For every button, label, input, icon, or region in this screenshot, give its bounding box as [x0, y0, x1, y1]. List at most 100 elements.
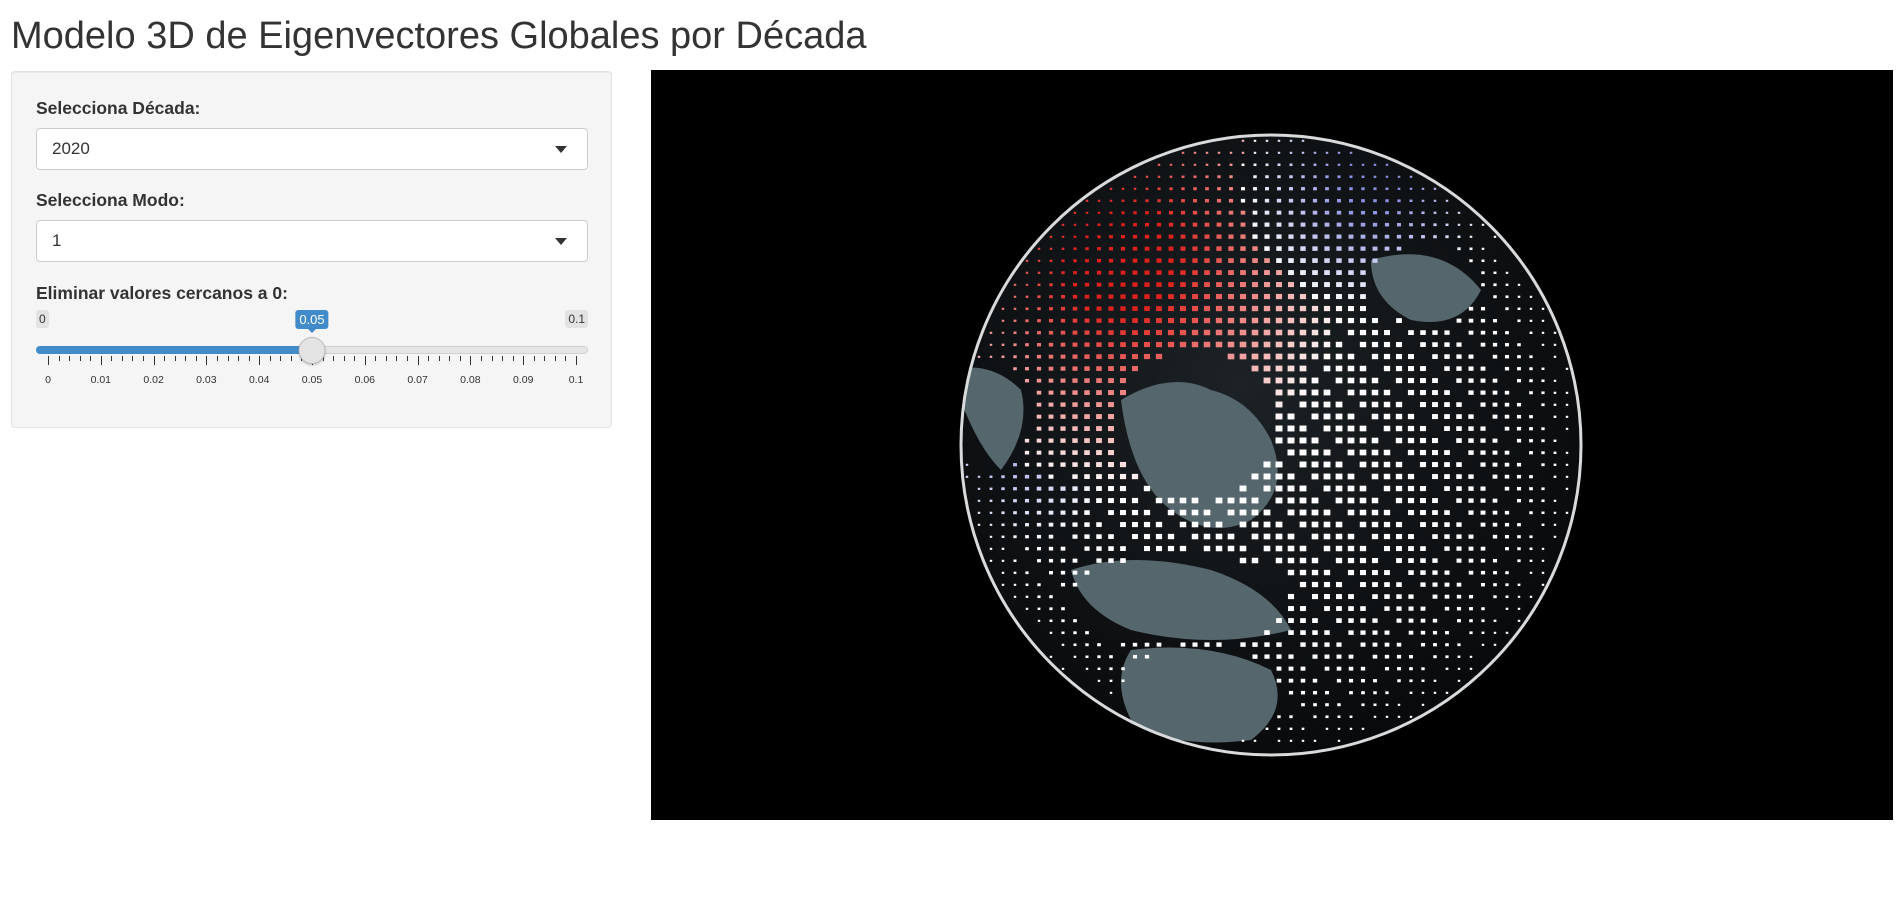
eigenvector-point: [1300, 642, 1306, 647]
eigenvector-point: [1084, 534, 1090, 539]
eigenvector-point: [1299, 341, 1307, 348]
eigenvector-point: [1383, 509, 1391, 516]
eigenvector-point: [1001, 319, 1005, 322]
eigenvector-point: [1108, 390, 1114, 396]
eigenvector-point: [1001, 475, 1005, 479]
eigenvector-point: [1120, 378, 1126, 384]
decade-select[interactable]: 2020: [36, 128, 588, 170]
eigenvector-point: [1156, 234, 1162, 239]
eigenvector-point: [1456, 558, 1462, 563]
eigenvector-point: [1408, 234, 1414, 239]
eigenvector-point: [1432, 618, 1438, 623]
globe-3d-viewer[interactable]: [651, 70, 1893, 820]
eigenvector-point: [1553, 523, 1557, 526]
eigenvector-point: [1072, 318, 1078, 323]
eigenvector-point: [1277, 139, 1281, 142]
eigenvector-point: [1240, 210, 1246, 215]
eigenvector-point: [1396, 558, 1402, 564]
eigenvector-point: [1252, 654, 1258, 659]
eigenvector-point: [977, 499, 981, 502]
eigenvector-point: [1420, 618, 1426, 623]
eigenvector-point: [1287, 293, 1295, 300]
eigenvector-point: [1565, 367, 1569, 370]
eigenvector-point: [1335, 365, 1343, 372]
eigenvector-point: [1349, 727, 1353, 730]
slider-handle[interactable]: [298, 337, 326, 364]
eigenvector-point: [1359, 317, 1367, 324]
eigenvector-point: [1132, 654, 1138, 659]
eigenvector-point: [1457, 619, 1461, 623]
eigenvector-point: [1156, 222, 1162, 227]
eigenvector-point: [1383, 389, 1391, 396]
eigenvector-point: [1480, 342, 1486, 347]
eigenvector-point: [1444, 426, 1450, 432]
eigenvector-point: [1084, 366, 1090, 371]
eigenvector-point: [1371, 329, 1379, 336]
threshold-label: Eliminar valores cercanos a 0:: [36, 283, 288, 303]
eigenvector-point: [1529, 415, 1533, 419]
eigenvector-point: [1144, 546, 1150, 552]
eigenvector-point: [1311, 557, 1319, 564]
eigenvector-point: [1072, 354, 1078, 359]
eigenvector-point: [1468, 354, 1474, 359]
eigenvector-point: [1493, 619, 1497, 622]
eigenvector-point: [1313, 187, 1317, 191]
eigenvector-point: [1421, 187, 1425, 190]
eigenvector-point: [1085, 667, 1089, 670]
eigenvector-point: [1179, 497, 1187, 504]
eigenvector-point: [1108, 450, 1114, 456]
eigenvector-point: [1445, 211, 1449, 214]
eigenvector-point: [1444, 486, 1450, 491]
eigenvector-point: [1277, 175, 1281, 179]
eigenvector-point: [1371, 341, 1379, 348]
eigenvector-point: [1407, 377, 1415, 384]
eigenvector-point: [1420, 558, 1426, 563]
eigenvector-point: [1372, 222, 1378, 227]
eigenvector-point: [1541, 511, 1545, 515]
eigenvector-point: [1444, 570, 1450, 575]
slider-major-tick: [576, 356, 577, 365]
eigenvector-point: [1276, 654, 1282, 659]
eigenvector-point: [1325, 703, 1329, 707]
eigenvector-point: [1108, 294, 1114, 299]
eigenvector-point: [1371, 437, 1379, 444]
eigenvector-point: [1493, 571, 1497, 575]
eigenvector-point: [1215, 329, 1223, 336]
eigenvector-point: [1013, 295, 1017, 298]
eigenvector-point: [1420, 330, 1426, 335]
eigenvector-point: [1385, 175, 1389, 178]
slider-minor-tick: [512, 356, 514, 361]
eigenvector-point: [1167, 317, 1175, 324]
eigenvector-point: [1504, 402, 1510, 407]
eigenvector-point: [1025, 319, 1029, 323]
eigenvector-point: [1456, 582, 1462, 587]
eigenvector-point: [1445, 691, 1449, 694]
eigenvector-point: [1337, 163, 1341, 166]
threshold-slider[interactable]: 0 0.1 0.05 0 0.01 0.02 0.03 0.04 0.05 0.06 0.07…: [36, 310, 588, 390]
eigenvector-point: [1541, 499, 1545, 503]
eigenvector-point: [1180, 210, 1186, 215]
eigenvector-point: [1275, 329, 1283, 336]
eigenvector-point: [1492, 354, 1498, 359]
eigenvector-point: [1013, 595, 1017, 598]
eigenvector-point: [1121, 223, 1125, 227]
eigenvector-point: [1395, 521, 1403, 528]
eigenvector-point: [1337, 715, 1341, 719]
mode-select[interactable]: 1: [36, 220, 588, 262]
eigenvector-point: [1336, 210, 1342, 215]
eigenvector-point: [1132, 330, 1138, 336]
slider-minor-tick: [354, 356, 356, 361]
globe-canvas[interactable]: [651, 70, 1893, 820]
eigenvector-point: [1492, 414, 1498, 419]
eigenvector-point: [1336, 654, 1342, 659]
eigenvector-point: [1359, 545, 1367, 552]
eigenvector-point: [1383, 401, 1391, 408]
eigenvector-point: [1492, 462, 1498, 467]
eigenvector-point: [1025, 367, 1029, 371]
eigenvector-point: [1109, 691, 1113, 694]
mode-label: Selecciona Modo:: [36, 190, 185, 210]
eigenvector-point: [1541, 307, 1545, 310]
eigenvector-point: [1252, 222, 1258, 227]
eigenvector-point: [1001, 487, 1005, 491]
eigenvector-point: [1457, 655, 1461, 658]
